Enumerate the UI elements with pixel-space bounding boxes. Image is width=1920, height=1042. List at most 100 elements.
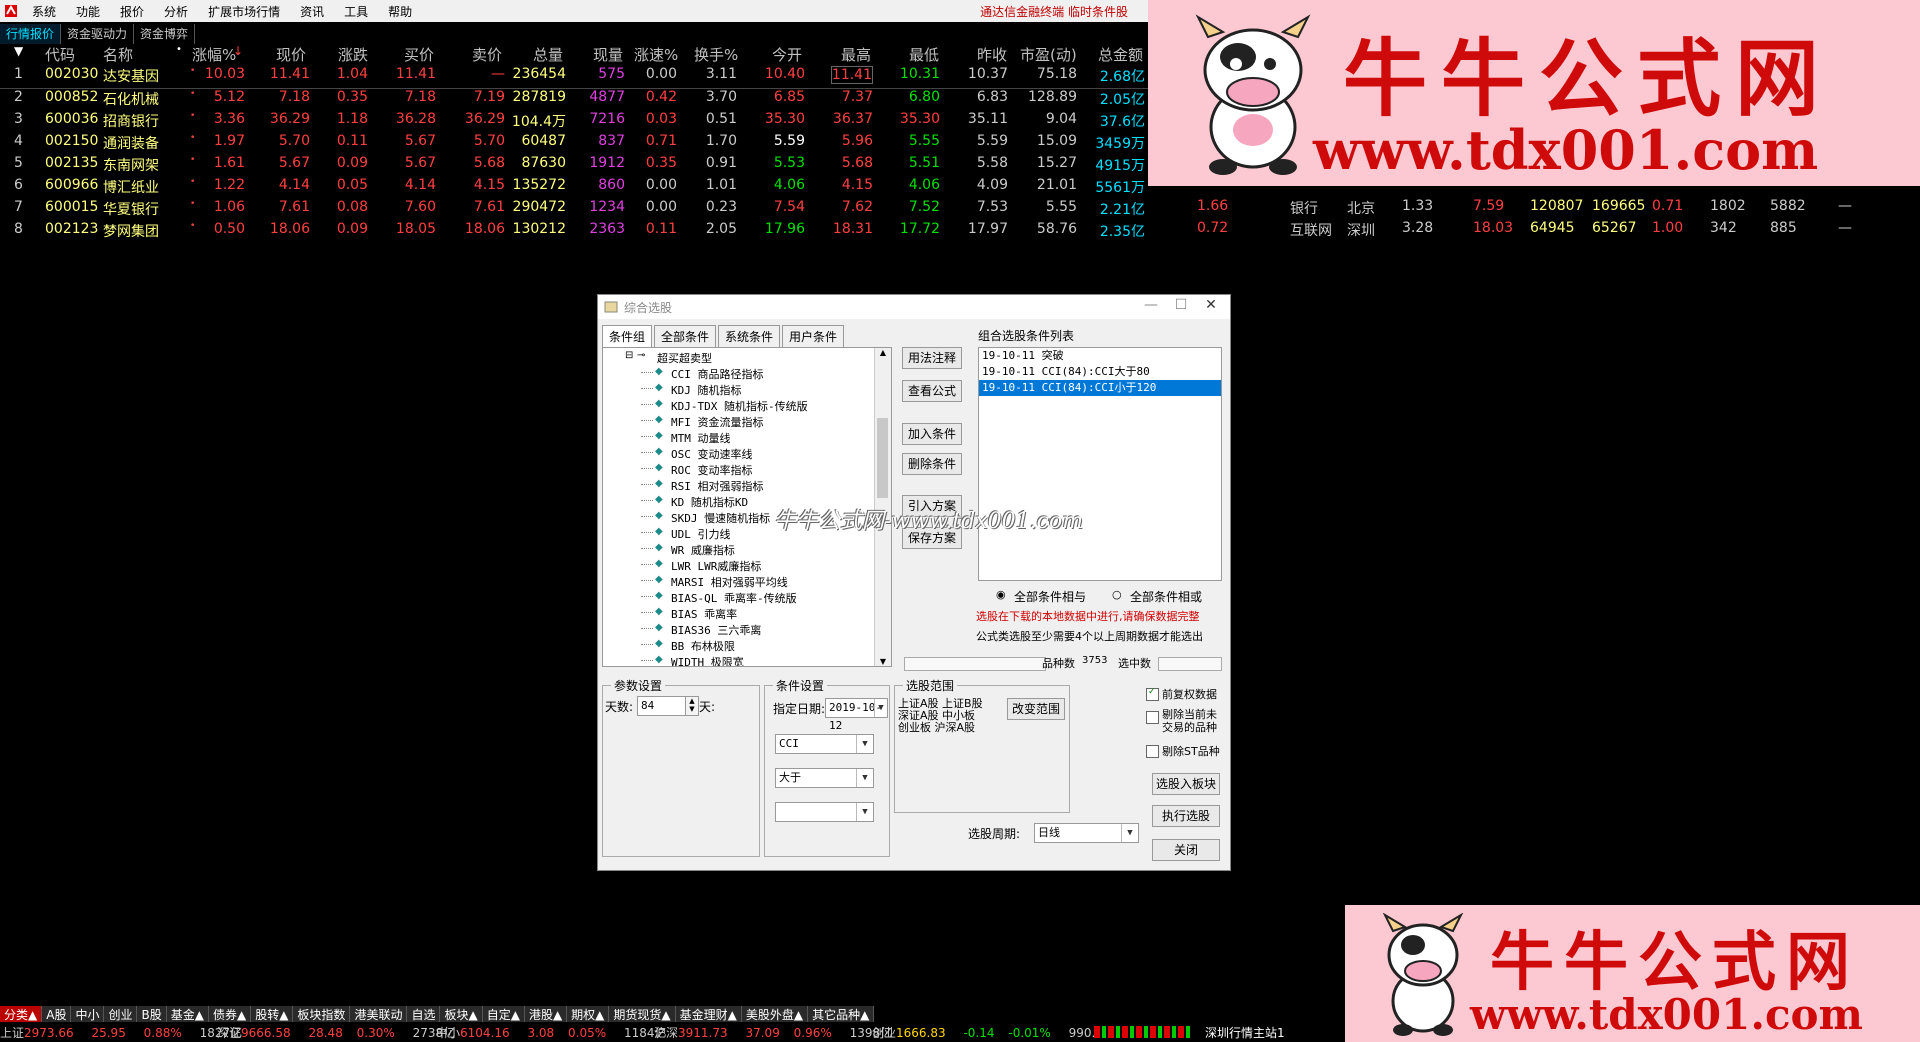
tree-item[interactable]: OSC 变动速率线	[671, 446, 753, 462]
execute-screen-button[interactable]: 执行选股	[1152, 805, 1220, 827]
condition-item[interactable]: 19-10-11 CCI(84):CCI大于80	[979, 364, 1221, 380]
menu-system[interactable]: 系统	[22, 3, 66, 20]
tab-all-conditions[interactable]: 全部条件	[654, 325, 717, 348]
tab-system-conditions[interactable]: 系统条件	[718, 325, 781, 348]
radio-or-icon[interactable]: ○	[1112, 588, 1122, 601]
tree-item[interactable]: BB 布林极限	[671, 638, 735, 654]
col-pe[interactable]: 市盈(动)	[1020, 44, 1077, 65]
sort-arrow-icon[interactable]: ▼	[14, 44, 23, 58]
table-row[interactable]: 5 002135 东南网架 1.61 5.67 0.09 5.67 5.68 87630 1912…	[0, 155, 1148, 177]
category-tab[interactable]: 基金▲	[166, 1006, 209, 1022]
scroll-thumb[interactable]	[877, 418, 888, 498]
category-tab[interactable]: 自定▲	[482, 1006, 525, 1022]
usage-notes-button[interactable]: 用法注释	[902, 347, 962, 369]
tree-item[interactable]: MFI 资金流量指标	[671, 414, 764, 430]
close-button[interactable]: 关闭	[1152, 839, 1220, 861]
menu-tools[interactable]: 工具	[334, 3, 378, 20]
col-amount[interactable]: 总金额	[1098, 44, 1143, 65]
category-tab[interactable]: 其它品种▲	[808, 1006, 875, 1022]
col-low[interactable]: 最低	[909, 44, 939, 65]
condition-item[interactable]: 19-10-11 突破	[979, 348, 1221, 364]
col-high[interactable]: 最高	[841, 44, 871, 65]
scroll-up-icon[interactable]: ▲	[875, 348, 891, 357]
menu-extended-market[interactable]: 扩展市场行情	[198, 3, 290, 20]
exclude-st-checkbox[interactable]	[1146, 745, 1159, 758]
tab-quote[interactable]: 行情报价	[0, 24, 62, 44]
tree-collapse-icon[interactable]: ⊟	[625, 350, 633, 361]
table-row[interactable]: 1 002030 达安基因 10.03 11.41 1.04 11.41 — 236454 575…	[0, 66, 1148, 89]
table-row[interactable]: 2 000852 石化机械 5.12 7.18 0.35 7.18 7.19 287819 487…	[0, 89, 1148, 111]
change-range-button[interactable]: 改变范围	[1007, 698, 1065, 720]
tree-item[interactable]: BIAS-QL 乖离率-传统版	[671, 590, 797, 606]
value-select[interactable]: ▼	[775, 802, 874, 822]
col-speed[interactable]: 涨速%	[634, 44, 678, 65]
tab-fund-game[interactable]: 资金博弈	[134, 24, 196, 44]
chevron-down-icon[interactable]: ▼	[856, 735, 873, 753]
col-ask[interactable]: 卖价	[472, 44, 502, 65]
tree-item[interactable]: CCI 商品路径指标	[671, 366, 764, 382]
category-tab[interactable]: 创业	[104, 1006, 138, 1022]
restore-checkbox[interactable]: ✓	[1146, 687, 1159, 701]
exclude-untraded-label[interactable]: 剔除当前未交易的品种	[1162, 708, 1224, 734]
add-to-block-button[interactable]: 选股入板块	[1152, 773, 1220, 795]
chevron-down-icon[interactable]: ▼	[1121, 824, 1138, 842]
col-bid[interactable]: 买价	[404, 44, 434, 65]
tree-item[interactable]: BIAS 乖离率	[671, 606, 737, 622]
indicator-select[interactable]: CCI ▼	[775, 734, 874, 754]
category-tab[interactable]: 基金理财▲	[675, 1006, 742, 1022]
tab-condition-group[interactable]: 条件组	[602, 325, 653, 348]
category-tab[interactable]: 债券▲	[208, 1006, 252, 1022]
category-tab[interactable]: 板块▲	[440, 1006, 483, 1022]
tree-item[interactable]: WR 威廉指标	[671, 542, 735, 558]
menu-help[interactable]: 帮助	[378, 3, 422, 20]
exclude-st-label[interactable]: 剔除ST品种	[1162, 743, 1220, 759]
menu-quote[interactable]: 报价	[110, 3, 154, 20]
col-name[interactable]: 名称	[103, 44, 133, 65]
tab-user-conditions[interactable]: 用户条件	[782, 325, 845, 348]
tree-item[interactable]: WIDTH 极限宽	[671, 654, 744, 666]
category-tab[interactable]: 期货现货▲	[609, 1006, 676, 1022]
category-tab[interactable]: 中小	[71, 1006, 105, 1022]
maximize-icon[interactable]: ☐	[1166, 297, 1196, 317]
close-icon[interactable]: ✕	[1196, 297, 1226, 317]
col-turnover[interactable]: 换手%	[694, 44, 738, 65]
date-picker[interactable]: 2019-10-12 ▼	[825, 698, 888, 732]
category-tab[interactable]: 港股▲	[524, 1006, 568, 1022]
category-tab[interactable]: 自选	[407, 1006, 441, 1022]
category-tab[interactable]: 美股外盘▲	[741, 1006, 809, 1022]
radio-and-icon[interactable]: ◉	[996, 588, 1006, 601]
menu-function[interactable]: 功能	[66, 3, 110, 20]
category-tab[interactable]: 分类▲	[0, 1006, 43, 1022]
col-cur-volume[interactable]: 现量	[593, 44, 623, 65]
tree-item[interactable]: UDL 引力线	[671, 526, 731, 542]
period-select[interactable]: 日线 ▼	[1034, 823, 1139, 843]
tree-item[interactable]: LWR LWR威廉指标	[671, 558, 761, 574]
minimize-icon[interactable]: —	[1136, 297, 1166, 317]
table-row[interactable]: 4 002150 通润装备 1.97 5.70 0.11 5.67 5.70 60487 837 0…	[0, 133, 1148, 155]
tree-item[interactable]: ROC 变动率指标	[671, 462, 753, 478]
tree-item[interactable]: MARSI 相对强弱平均线	[671, 574, 788, 590]
tree-item[interactable]: SKDJ 慢速随机指标	[671, 510, 770, 526]
scroll-down-icon[interactable]: ▼	[875, 657, 891, 666]
days-spinner-icon[interactable]: ▲ ▼	[685, 696, 699, 716]
tree-item[interactable]: KDJ 随机指标	[671, 382, 742, 398]
tree-item[interactable]: KDJ-TDX 随机指标-传统版	[671, 398, 808, 414]
view-formula-button[interactable]: 查看公式	[902, 380, 962, 402]
menu-news[interactable]: 资讯	[290, 3, 334, 20]
col-volume[interactable]: 总量	[533, 44, 563, 65]
radio-and-label[interactable]: 全部条件相与	[1014, 588, 1086, 605]
tree-item[interactable]: RSI 相对强弱指标	[671, 478, 764, 494]
condition-list[interactable]: 19-10-11 突破 19-10-11 CCI(84):CCI大于80 19-…	[978, 347, 1222, 581]
category-tab[interactable]: B股	[137, 1006, 167, 1022]
col-diff[interactable]: 涨跌	[338, 44, 368, 65]
tab-fund-drive[interactable]: 资金驱动力	[61, 24, 135, 44]
category-tab[interactable]: 港美联动	[350, 1006, 408, 1022]
days-input[interactable]: 84	[637, 696, 688, 716]
category-tab[interactable]: A股	[42, 1006, 72, 1022]
table-row[interactable]: 8 002123 梦网集团 0.50 18.06 0.09 18.05 18.06 130212…	[0, 221, 1148, 243]
add-condition-button[interactable]: 加入条件	[902, 423, 962, 445]
category-tab[interactable]: 板块指数	[293, 1006, 351, 1022]
col-change-pct[interactable]: 涨幅%	[192, 44, 236, 65]
menu-analysis[interactable]: 分析	[154, 3, 198, 20]
tree-item[interactable]: BIAS36 三六乖离	[671, 622, 761, 638]
